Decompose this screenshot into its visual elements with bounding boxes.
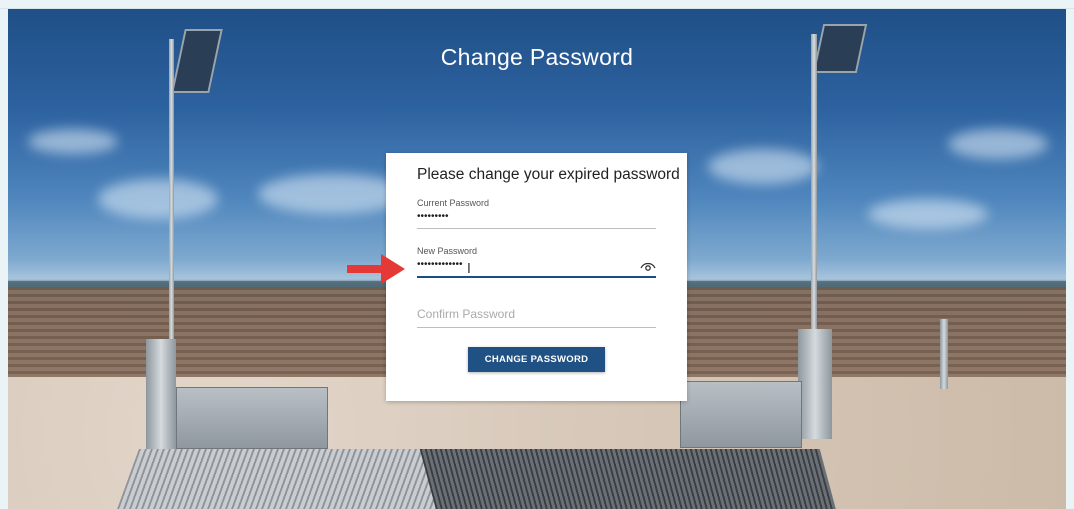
change-password-card: Please change your expired password Curr… [386, 153, 687, 401]
current-password-field[interactable]: Current Password ••••••••• [417, 198, 656, 229]
page-title: Change Password [440, 44, 634, 70]
confirm-password-field[interactable]: Confirm Password [417, 303, 656, 328]
i-beam-cursor-icon: I [467, 262, 471, 277]
eye-icon[interactable] [640, 260, 656, 272]
card-heading: Please change your expired password [417, 166, 680, 183]
current-password-label: Current Password [417, 198, 490, 208]
new-password-underline [417, 276, 656, 278]
current-password-underline [417, 228, 656, 229]
new-password-field[interactable]: New Password ••••••••••••• I [417, 246, 656, 278]
new-password-input[interactable]: ••••••••••••• [417, 258, 656, 272]
confirm-password-input[interactable]: Confirm Password [417, 303, 656, 321]
current-password-input[interactable]: ••••••••• [417, 210, 656, 224]
confirm-password-underline [417, 327, 656, 328]
new-password-label: New Password [417, 246, 478, 256]
arrow-right-icon [347, 254, 405, 284]
top-strip [0, 0, 1074, 9]
change-password-button[interactable]: CHANGE PASSWORD [468, 347, 605, 372]
